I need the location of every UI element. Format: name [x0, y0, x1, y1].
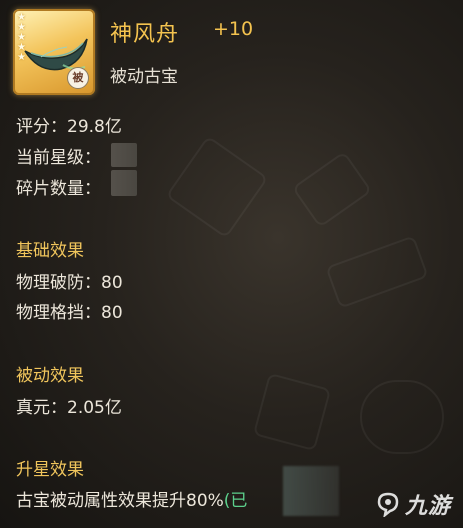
- star-level-row: 当前星级：: [16, 143, 101, 168]
- star-level-label: 当前星级：: [16, 148, 101, 168]
- stat-label: 真元：: [16, 398, 67, 418]
- stat-value: 80: [101, 273, 123, 293]
- background-decoration: [252, 372, 332, 452]
- base-effect-title: 基础效果: [16, 241, 84, 261]
- watermark-text: 九游: [404, 494, 451, 519]
- stat-value: 80: [101, 303, 123, 323]
- background-decoration: [291, 151, 373, 228]
- background-decoration: [325, 235, 429, 309]
- redacted-value: [111, 170, 137, 196]
- base-effect-line: 物理破防：80: [16, 268, 123, 293]
- 9game-logo-icon: [377, 492, 399, 517]
- enhance-level: +10: [213, 18, 254, 40]
- redacted-value: [283, 466, 339, 516]
- rating-value: 29.8亿: [67, 117, 122, 137]
- star-effect-line: 古宝被动属性效果提升80%(已: [16, 486, 247, 511]
- fragment-label: 碎片数量：: [16, 179, 101, 199]
- background-decoration: [360, 380, 444, 454]
- stat-label: 物理破防：: [16, 273, 101, 293]
- redacted-value: [111, 143, 137, 167]
- watermark: 九游: [375, 488, 451, 520]
- item-icon-frame: ★ ★ ★ ★ ★ 被: [13, 9, 95, 95]
- stat-value: 2.05亿: [67, 398, 122, 418]
- passive-effect-title: 被动效果: [16, 366, 84, 386]
- rating-row: 评分：29.8亿: [16, 112, 122, 137]
- star-effect-status: (已: [223, 491, 248, 511]
- passive-badge: 被: [67, 67, 89, 89]
- star-effect-text: 古宝被动属性效果提升80%: [16, 491, 224, 511]
- stat-label: 物理格挡：: [16, 303, 101, 323]
- item-name: 神风舟: [110, 22, 180, 47]
- background-decoration: [165, 135, 269, 239]
- rating-label: 评分：: [16, 117, 67, 137]
- fragment-row: 碎片数量：: [16, 174, 101, 199]
- star-effect-title: 升星效果: [16, 460, 84, 480]
- passive-effect-line: 真元：2.05亿: [16, 393, 122, 418]
- item-type: 被动古宝: [110, 67, 178, 87]
- base-effect-line: 物理格挡：80: [16, 298, 123, 323]
